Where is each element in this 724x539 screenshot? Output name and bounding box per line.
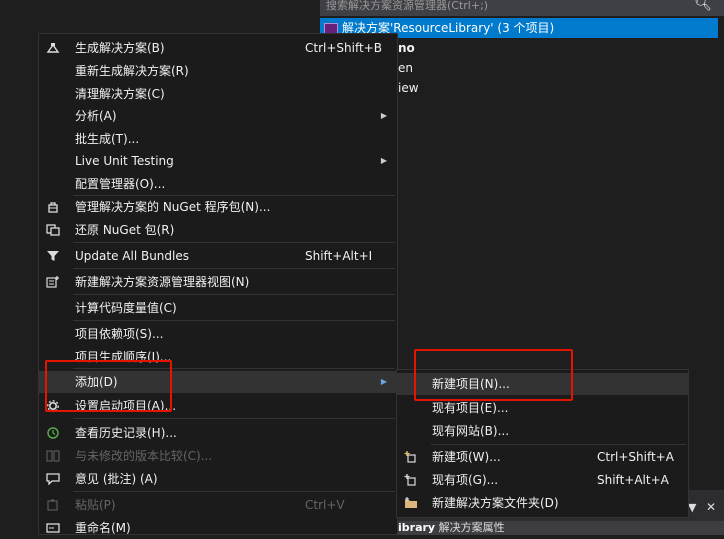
history-icon (46, 427, 60, 439)
menu-item-label: 重新生成解决方案(R) (75, 64, 189, 78)
menu-item-rename[interactable]: 重命名(M) (39, 517, 397, 539)
menu-item-label: 现有网站(B)... (432, 424, 510, 438)
menu-item-label: 现有项(G)... (432, 473, 499, 487)
menu-item-clean-solution[interactable]: 清理解决方案(C) (39, 83, 397, 105)
menu-item-compare-unmodified: 与未修改的版本比较(C)... (39, 445, 397, 467)
menu-item-label: 设置启动项目(A)... (75, 399, 177, 413)
menu-item-label: 分析(A) (75, 109, 117, 123)
paste-icon (46, 499, 60, 511)
menu-item-label: 意见 (批注) (A) (75, 472, 158, 486)
menu-item-live-unit-testing[interactable]: Live Unit Testing ▶ (39, 150, 397, 172)
submenu-arrow-icon: ▶ (380, 156, 387, 165)
menu-separator (73, 491, 395, 492)
new-item-icon (404, 451, 418, 463)
properties-project-name: ibrary (398, 521, 436, 534)
menu-item-restore-nuget[interactable]: 还原 NuGet 包(R) (39, 219, 397, 241)
menu-item-shortcut: Ctrl+Shift+B (305, 41, 382, 55)
menu-item-label: 项目依赖项(S)... (75, 327, 164, 341)
menu-item-label: 现有项目(E)... (432, 401, 509, 415)
menu-item-project-dependencies[interactable]: 项目依赖项(S)... (39, 323, 397, 345)
submenu-item-existing-item[interactable]: 现有项(G)... Shift+Alt+A (397, 469, 688, 491)
submenu-item-existing-project[interactable]: 现有项目(E)... (397, 397, 688, 419)
menu-item-label: 查看历史记录(H)... (75, 426, 177, 440)
menu-item-label: 与未修改的版本比较(C)... (75, 449, 213, 463)
menu-item-label: 添加(D) (75, 375, 118, 389)
menu-item-label: 重命名(M) (75, 521, 131, 535)
restore-icon (46, 224, 60, 236)
close-icon[interactable]: ✕ (706, 500, 716, 514)
build-icon (46, 42, 60, 54)
menu-item-label: Update All Bundles (75, 249, 189, 263)
menu-separator (73, 368, 395, 369)
menu-separator (73, 242, 395, 243)
menu-item-label: 计算代码度量值(C) (75, 301, 177, 315)
menu-item-analyze[interactable]: 分析(A) ▶ (39, 105, 397, 127)
rename-icon (46, 522, 60, 534)
menu-item-label: 清理解决方案(C) (75, 87, 165, 101)
menu-item-manage-nuget[interactable]: 管理解决方案的 NuGet 程序包(N)... (39, 196, 397, 218)
menu-item-label: 生成解决方案(B) (75, 41, 165, 55)
menu-item-shortcut: Ctrl+Shift+A (597, 450, 674, 464)
menu-item-paste: 粘贴(P) Ctrl+V (39, 494, 397, 516)
menu-item-batch-build[interactable]: 批生成(T)... (39, 128, 397, 150)
menu-separator (73, 418, 395, 419)
menu-item-label: 管理解决方案的 NuGet 程序包(N)... (75, 200, 271, 214)
gear-icon (46, 400, 60, 412)
project-node[interactable]: en (398, 61, 413, 75)
submenu-item-new-solution-folder[interactable]: 新建解决方案文件夹(D) (397, 492, 688, 514)
menu-item-configuration-manager[interactable]: 配置管理器(O)... (39, 173, 397, 195)
submenu-item-existing-website[interactable]: 现有网站(B)... (397, 420, 688, 442)
menu-item-shortcut: Shift+Alt+A (597, 473, 669, 487)
menu-separator (73, 294, 395, 295)
nuget-icon (46, 201, 60, 213)
search-placeholder: 搜索解决方案资源管理器(Ctrl+;) (326, 0, 489, 12)
project-node[interactable]: iew (398, 81, 419, 95)
properties-header: ibrary 解决方案属性 (398, 521, 724, 535)
submenu-item-new-item[interactable]: 新建项(W)... Ctrl+Shift+A (397, 446, 688, 468)
new-view-icon (46, 276, 60, 288)
menu-item-label: Live Unit Testing (75, 154, 174, 168)
compare-icon (46, 450, 60, 462)
pin-icon[interactable]: ▼ (688, 501, 696, 514)
menu-item-label: 新建解决方案资源管理器视图(N) (75, 275, 250, 289)
menu-item-shortcut: Shift+Alt+I (305, 249, 373, 263)
menu-item-label: 新建解决方案文件夹(D) (432, 496, 559, 510)
menu-item-label: 新建项目(N)... (432, 377, 510, 391)
menu-item-view-history[interactable]: 查看历史记录(H)... (39, 422, 397, 444)
new-folder-icon (404, 497, 418, 509)
properties-label: 解决方案属性 (438, 521, 505, 534)
menu-item-label: 新建项(W)... (432, 450, 501, 464)
menu-item-shortcut: Ctrl+V (305, 498, 345, 512)
project-node[interactable]: no (398, 41, 415, 55)
menu-item-code-metrics[interactable]: 计算代码度量值(C) (39, 297, 397, 319)
comment-icon (46, 473, 60, 486)
filter-icon (46, 250, 60, 262)
menu-item-label: 批生成(T)... (75, 132, 140, 146)
menu-item-build-solution[interactable]: 生成解决方案(B) Ctrl+Shift+B (39, 37, 397, 59)
existing-item-icon (404, 474, 418, 486)
menu-item-update-all-bundles[interactable]: Update All Bundles Shift+Alt+I (39, 245, 397, 267)
submenu-arrow-icon: ▶ (380, 377, 387, 386)
solution-context-menu: 生成解决方案(B) Ctrl+Shift+B 重新生成解决方案(R) 清理解决方… (38, 33, 398, 535)
search-icon[interactable]: 🔍︎ (694, 0, 712, 11)
submenu-arrow-icon: ▶ (380, 111, 387, 120)
submenu-item-new-project[interactable]: 新建项目(N)... (397, 373, 688, 395)
menu-item-label: 粘贴(P) (75, 498, 116, 512)
menu-item-add[interactable]: 添加(D) ▶ (39, 371, 397, 393)
menu-item-new-explorer-view[interactable]: 新建解决方案资源管理器视图(N) (39, 271, 397, 293)
menu-item-label: 配置管理器(O)... (75, 177, 166, 191)
menu-item-label: 还原 NuGet 包(R) (75, 223, 175, 237)
menu-item-comment[interactable]: 意见 (批注) (A) (39, 468, 397, 490)
menu-item-label: 项目生成顺序(I)... (75, 350, 172, 364)
menu-item-rebuild-solution[interactable]: 重新生成解决方案(R) (39, 60, 397, 82)
solution-explorer-search-input[interactable]: 搜索解决方案资源管理器(Ctrl+;) 🔍︎ (320, 0, 724, 16)
menu-item-set-startup-projects[interactable]: 设置启动项目(A)... (39, 395, 397, 417)
add-submenu: 新建项目(N)... 现有项目(E)... 现有网站(B)... 新建项(W).… (396, 369, 689, 518)
menu-separator (431, 444, 686, 445)
menu-separator (73, 320, 395, 321)
menu-item-project-build-order[interactable]: 项目生成顺序(I)... (39, 346, 397, 368)
menu-separator (73, 268, 395, 269)
